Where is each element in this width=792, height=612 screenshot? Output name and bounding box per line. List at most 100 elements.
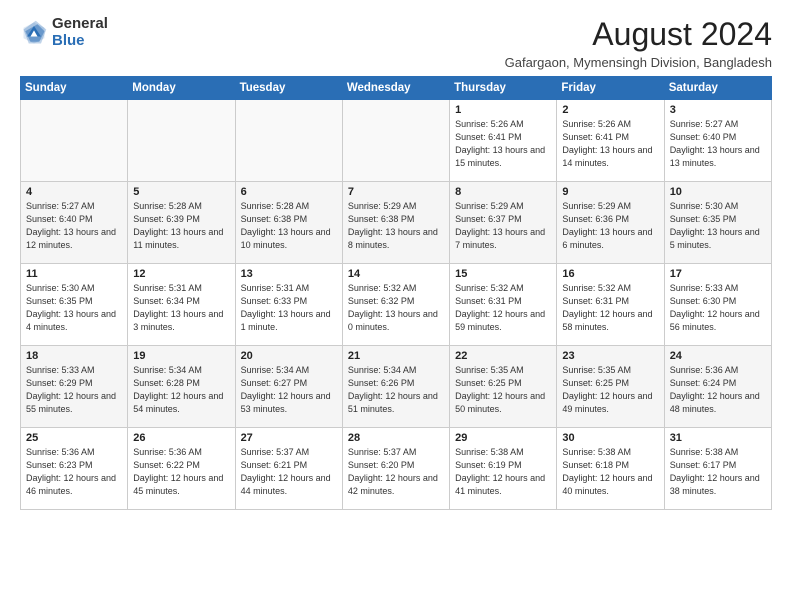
day-number: 3 — [670, 104, 766, 116]
header-tuesday: Tuesday — [235, 77, 342, 100]
day-cell: 12 Sunrise: 5:31 AM Sunset: 6:34 PM Dayli… — [128, 264, 235, 346]
day-cell: 13 Sunrise: 5:31 AM Sunset: 6:33 PM Dayli… — [235, 264, 342, 346]
day-info: Sunrise: 5:31 AM Sunset: 6:33 PM Dayligh… — [241, 282, 337, 334]
day-cell: 23Sunrise: 5:35 AM Sunset: 6:25 PM Dayli… — [557, 346, 664, 428]
day-info: Sunrise: 5:37 AM Sunset: 6:21 PM Dayligh… — [241, 446, 337, 498]
day-number: 28 — [348, 432, 444, 444]
day-cell: 24 Sunrise: 5:36 AM Sunset: 6:24 PM Dayli… — [664, 346, 771, 428]
day-number: 31 — [670, 432, 766, 444]
logo-blue: Blue — [52, 33, 108, 50]
day-cell: 17Sunrise: 5:33 AM Sunset: 6:30 PM Dayli… — [664, 264, 771, 346]
day-number: 27 — [241, 432, 337, 444]
week-row-0: 1 Sunrise: 5:26 AM Sunset: 6:41 PM Daylig… — [21, 100, 772, 182]
day-info: Sunrise: 5:32 AM Sunset: 6:31 PM Dayligh… — [455, 282, 551, 334]
day-info: Sunrise: 5:37 AM Sunset: 6:20 PM Dayligh… — [348, 446, 444, 498]
day-number: 10 — [670, 186, 766, 198]
day-number: 25 — [26, 432, 122, 444]
day-info: Sunrise: 5:34 AM Sunset: 6:26 PM Dayligh… — [348, 364, 444, 416]
day-info: Sunrise: 5:38 AM Sunset: 6:18 PM Dayligh… — [562, 446, 658, 498]
day-cell: 4 Sunrise: 5:27 AM Sunset: 6:40 PM Daylig… — [21, 182, 128, 264]
week-row-4: 25 Sunrise: 5:36 AM Sunset: 6:23 PM Dayli… — [21, 428, 772, 510]
day-cell — [342, 100, 449, 182]
day-number: 30 — [562, 432, 658, 444]
week-row-3: 18Sunrise: 5:33 AM Sunset: 6:29 PM Dayli… — [21, 346, 772, 428]
day-cell: 6Sunrise: 5:28 AM Sunset: 6:38 PM Daylig… — [235, 182, 342, 264]
calendar-table: SundayMondayTuesdayWednesdayThursdayFrid… — [20, 76, 772, 510]
day-number: 12 — [133, 268, 229, 280]
day-cell: 22Sunrise: 5:35 AM Sunset: 6:25 PM Dayli… — [450, 346, 557, 428]
day-info: Sunrise: 5:32 AM Sunset: 6:31 PM Dayligh… — [562, 282, 658, 334]
day-info: Sunrise: 5:30 AM Sunset: 6:35 PM Dayligh… — [670, 200, 766, 252]
day-cell: 29 Sunrise: 5:38 AM Sunset: 6:19 PM Dayli… — [450, 428, 557, 510]
day-cell: 14 Sunrise: 5:32 AM Sunset: 6:32 PM Dayli… — [342, 264, 449, 346]
day-info: Sunrise: 5:29 AM Sunset: 6:37 PM Dayligh… — [455, 200, 551, 252]
header-row: SundayMondayTuesdayWednesdayThursdayFrid… — [21, 77, 772, 100]
day-number: 9 — [562, 186, 658, 198]
day-number: 14 — [348, 268, 444, 280]
day-cell: 25 Sunrise: 5:36 AM Sunset: 6:23 PM Dayli… — [21, 428, 128, 510]
day-cell: 3Sunrise: 5:27 AM Sunset: 6:40 PM Daylig… — [664, 100, 771, 182]
week-row-2: 11Sunrise: 5:30 AM Sunset: 6:35 PM Dayli… — [21, 264, 772, 346]
header-sunday: Sunday — [21, 77, 128, 100]
day-cell: 9 Sunrise: 5:29 AM Sunset: 6:36 PM Daylig… — [557, 182, 664, 264]
day-info: Sunrise: 5:36 AM Sunset: 6:24 PM Dayligh… — [670, 364, 766, 416]
logo-general: General — [52, 16, 108, 33]
day-info: Sunrise: 5:34 AM Sunset: 6:28 PM Dayligh… — [133, 364, 229, 416]
day-cell — [128, 100, 235, 182]
day-cell: 26Sunrise: 5:36 AM Sunset: 6:22 PM Dayli… — [128, 428, 235, 510]
day-info: Sunrise: 5:38 AM Sunset: 6:19 PM Dayligh… — [455, 446, 551, 498]
day-info: Sunrise: 5:26 AM Sunset: 6:41 PM Dayligh… — [455, 118, 551, 170]
day-cell: 19 Sunrise: 5:34 AM Sunset: 6:28 PM Dayli… — [128, 346, 235, 428]
day-cell: 11Sunrise: 5:30 AM Sunset: 6:35 PM Dayli… — [21, 264, 128, 346]
day-number: 24 — [670, 350, 766, 362]
day-number: 23 — [562, 350, 658, 362]
day-cell: 8Sunrise: 5:29 AM Sunset: 6:37 PM Daylig… — [450, 182, 557, 264]
day-number: 19 — [133, 350, 229, 362]
day-info: Sunrise: 5:31 AM Sunset: 6:34 PM Dayligh… — [133, 282, 229, 334]
day-number: 4 — [26, 186, 122, 198]
day-cell: 2Sunrise: 5:26 AM Sunset: 6:41 PM Daylig… — [557, 100, 664, 182]
logo-text: General Blue — [52, 16, 108, 49]
day-cell — [235, 100, 342, 182]
day-number: 5 — [133, 186, 229, 198]
day-info: Sunrise: 5:32 AM Sunset: 6:32 PM Dayligh… — [348, 282, 444, 334]
day-cell: 15 Sunrise: 5:32 AM Sunset: 6:31 PM Dayli… — [450, 264, 557, 346]
day-number: 13 — [241, 268, 337, 280]
day-number: 2 — [562, 104, 658, 116]
calendar-page: General Blue August 2024 Gafargaon, Myme… — [0, 0, 792, 612]
day-cell: 27 Sunrise: 5:37 AM Sunset: 6:21 PM Dayli… — [235, 428, 342, 510]
header-thursday: Thursday — [450, 77, 557, 100]
calendar-title: August 2024 — [505, 16, 772, 53]
day-number: 29 — [455, 432, 551, 444]
day-cell: 10 Sunrise: 5:30 AM Sunset: 6:35 PM Dayli… — [664, 182, 771, 264]
day-info: Sunrise: 5:27 AM Sunset: 6:40 PM Dayligh… — [26, 200, 122, 252]
day-cell: 31Sunrise: 5:38 AM Sunset: 6:17 PM Dayli… — [664, 428, 771, 510]
day-info: Sunrise: 5:29 AM Sunset: 6:36 PM Dayligh… — [562, 200, 658, 252]
day-info: Sunrise: 5:36 AM Sunset: 6:22 PM Dayligh… — [133, 446, 229, 498]
day-number: 17 — [670, 268, 766, 280]
header-monday: Monday — [128, 77, 235, 100]
day-number: 1 — [455, 104, 551, 116]
page-header: General Blue August 2024 Gafargaon, Myme… — [20, 16, 772, 70]
header-wednesday: Wednesday — [342, 77, 449, 100]
day-number: 22 — [455, 350, 551, 362]
logo-icon — [20, 19, 48, 47]
day-cell: 21 Sunrise: 5:34 AM Sunset: 6:26 PM Dayli… — [342, 346, 449, 428]
day-number: 18 — [26, 350, 122, 362]
day-number: 7 — [348, 186, 444, 198]
day-number: 16 — [562, 268, 658, 280]
calendar-header: SundayMondayTuesdayWednesdayThursdayFrid… — [21, 77, 772, 100]
day-number: 15 — [455, 268, 551, 280]
day-info: Sunrise: 5:36 AM Sunset: 6:23 PM Dayligh… — [26, 446, 122, 498]
day-info: Sunrise: 5:34 AM Sunset: 6:27 PM Dayligh… — [241, 364, 337, 416]
header-friday: Friday — [557, 77, 664, 100]
title-block: August 2024 Gafargaon, Mymensingh Divisi… — [505, 16, 772, 70]
calendar-body: 1 Sunrise: 5:26 AM Sunset: 6:41 PM Daylig… — [21, 100, 772, 510]
day-number: 21 — [348, 350, 444, 362]
day-number: 6 — [241, 186, 337, 198]
day-cell: 20 Sunrise: 5:34 AM Sunset: 6:27 PM Dayli… — [235, 346, 342, 428]
day-cell: 16 Sunrise: 5:32 AM Sunset: 6:31 PM Dayli… — [557, 264, 664, 346]
day-number: 20 — [241, 350, 337, 362]
day-cell — [21, 100, 128, 182]
day-cell: 30 Sunrise: 5:38 AM Sunset: 6:18 PM Dayli… — [557, 428, 664, 510]
